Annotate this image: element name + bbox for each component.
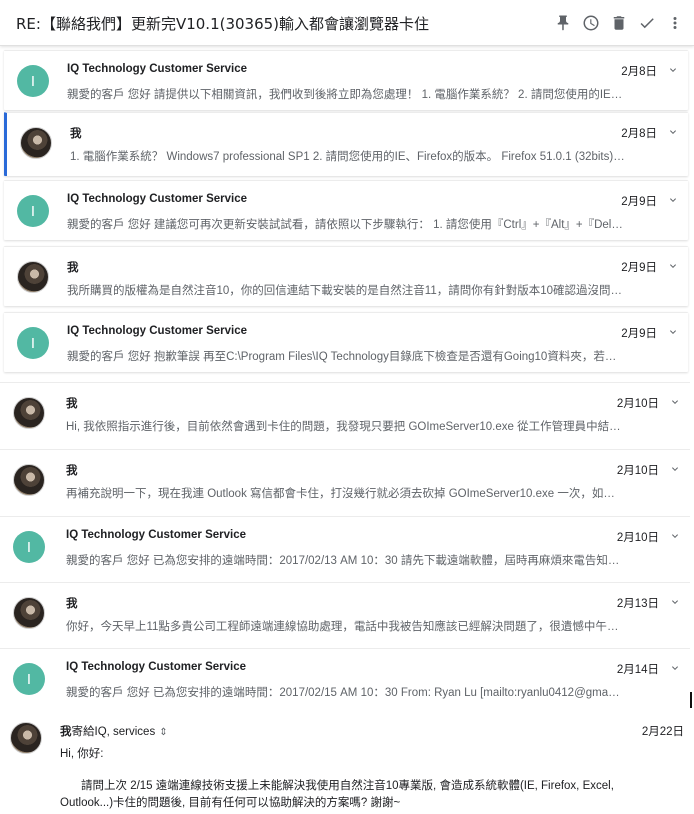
message-sender: IQ Technology Customer Service [66,529,247,541]
message-snippet: 再補充說明一下，現在我連 Outlook 寫信都會卡住，打沒幾行就必須去砍掉 G… [66,488,622,500]
message-sender: 我 [60,726,72,738]
message-sender: 我 [66,598,78,610]
avatar: I [13,531,45,563]
collapsed-message[interactable]: I IQ Technology Customer Service 親愛的客戶 您… [0,516,690,574]
avatar [17,261,49,293]
message-sender: IQ Technology Customer Service [67,193,248,205]
message-date: 2月9日 [621,262,657,274]
chevron-down-icon[interactable] [668,395,682,409]
chevron-down-icon[interactable] [666,193,680,207]
message-sender: 我 [67,262,79,274]
collapsed-message[interactable]: 我 我所購買的版權為是自然注音10，你的回信連結下載安裝的是自然注音11，請問你… [4,246,688,306]
message-snippet: 你好，今天早上11點多貴公司工程師遠端連線協助處理，電話中我被告知應該已經解決問… [66,621,622,633]
message-snippet: 1. 電腦作業系統？ Windows7 professional SP1 2. … [70,151,626,163]
avatar [13,397,45,429]
collapsed-message[interactable]: I IQ Technology Customer Service 親愛的客戶 您… [0,648,690,706]
message-snippet: 親愛的客戶 您好 建議您可再次更新安裝試試看，請依照以下步驟執行： 1. 請您使… [67,219,623,231]
message-date: 2月9日 [621,328,657,340]
collapsed-message[interactable]: I IQ Technology Customer Service 親愛的客戶 您… [4,312,688,372]
avatar: I [17,195,49,227]
message-sender: 我 [66,398,78,410]
message-date: 2月9日 [621,196,657,208]
chevron-down-icon[interactable] [666,125,680,139]
message-date: 2月10日 [616,532,659,544]
message-date: 2月13日 [616,598,659,610]
collapsed-message[interactable]: 我 你好，今天早上11點多貴公司工程師遠端連線協助處理，電話中我被告知應該已經解… [0,582,690,640]
message-snippet: 親愛的客戶 您好 抱歉筆誤 再至C:\Program Files\IQ Tech… [67,351,623,363]
avatar [20,127,52,159]
check-icon[interactable] [634,12,660,34]
more-vert-icon[interactable] [662,12,688,34]
avatar: I [17,327,49,359]
trash-icon[interactable] [606,12,632,34]
message-snippet: 親愛的客戶 您好 已為您安排的遠端時間：2017/02/13 AM 10：30 … [66,555,622,567]
collapsed-message[interactable]: 我 再補充說明一下，現在我連 Outlook 寫信都會卡住，打沒幾行就必須去砍掉… [0,449,690,507]
expanded-message: 我寄給IQ, services ⇕ 2月22日 Hi, 你好: 請問上次 2/15… [0,712,694,814]
message-date: 2月8日 [621,66,657,78]
chevron-down-icon[interactable] [666,325,680,339]
collapsed-message[interactable]: I IQ Technology Customer Service 親愛的客戶 您… [4,50,688,110]
chevron-down-icon[interactable] [666,63,680,77]
message-snippet: 我所購買的版權為是自然注音10，你的回信連結下載安裝的是自然注音11，請問你有針… [67,285,623,297]
clock-icon[interactable] [578,12,604,34]
pin-icon[interactable] [550,12,576,34]
message-snippet: 親愛的客戶 您好 請提供以下相關資訊，我們收到後將立即為您處理！ 1. 電腦作業… [67,89,623,101]
message-sender: 我 [66,465,78,477]
expand-recipients-icon[interactable]: ⇕ [159,727,167,738]
text-cursor [690,692,692,708]
collapsed-message[interactable]: 我 Hi, 我依照指示進行後，目前依然會遇到卡住的問題，我發現只要把 GOIme… [0,382,690,440]
message-date: 2月10日 [616,398,659,410]
message-sender: IQ Technology Customer Service [66,661,247,673]
chevron-down-icon[interactable] [668,462,682,476]
collapsed-message[interactable]: 我 1. 電腦作業系統？ Windows7 professional SP1 2… [4,112,688,176]
avatar: I [13,663,45,695]
message-date: 2月22日 [641,726,684,738]
message-body: 請問上次 2/15 遠端連線技術支援上未能解決我使用自然注音10專業版, 會造成… [60,780,614,809]
message-snippet: Hi, 我依照指示進行後，目前依然會遇到卡住的問題，我發現只要把 GOImeSe… [66,421,622,433]
message-sender: IQ Technology Customer Service [67,325,248,337]
header-toolbar [550,12,688,34]
message-date: 2月10日 [616,465,659,477]
chevron-down-icon[interactable] [668,529,682,543]
message-sender: 我 [70,128,82,140]
message-date: 2月8日 [621,128,657,140]
chevron-down-icon[interactable] [668,661,682,675]
message-date: 2月14日 [616,664,659,676]
message-snippet: 親愛的客戶 您好 已為您安排的遠端時間：2017/02/15 AM 10：30 … [66,687,622,699]
recipients-label[interactable]: 寄給IQ, services [72,726,156,738]
collapsed-message[interactable]: I IQ Technology Customer Service 親愛的客戶 您… [4,180,688,240]
chevron-down-icon[interactable] [668,595,682,609]
thread-header: RE:【聯絡我們】更新完V10.1(30365)輸入都會讓瀏覽器卡住 [0,0,694,46]
message-header: 我寄給IQ, services ⇕ [60,723,168,739]
avatar [13,464,45,496]
avatar [10,722,42,754]
chevron-down-icon[interactable] [666,259,680,273]
email-subject: RE:【聯絡我們】更新完V10.1(30365)輸入都會讓瀏覽器卡住 [16,15,430,33]
message-greeting: Hi, 你好: [60,748,104,760]
avatar: I [17,65,49,97]
avatar [13,597,45,629]
message-sender: IQ Technology Customer Service [67,63,248,75]
